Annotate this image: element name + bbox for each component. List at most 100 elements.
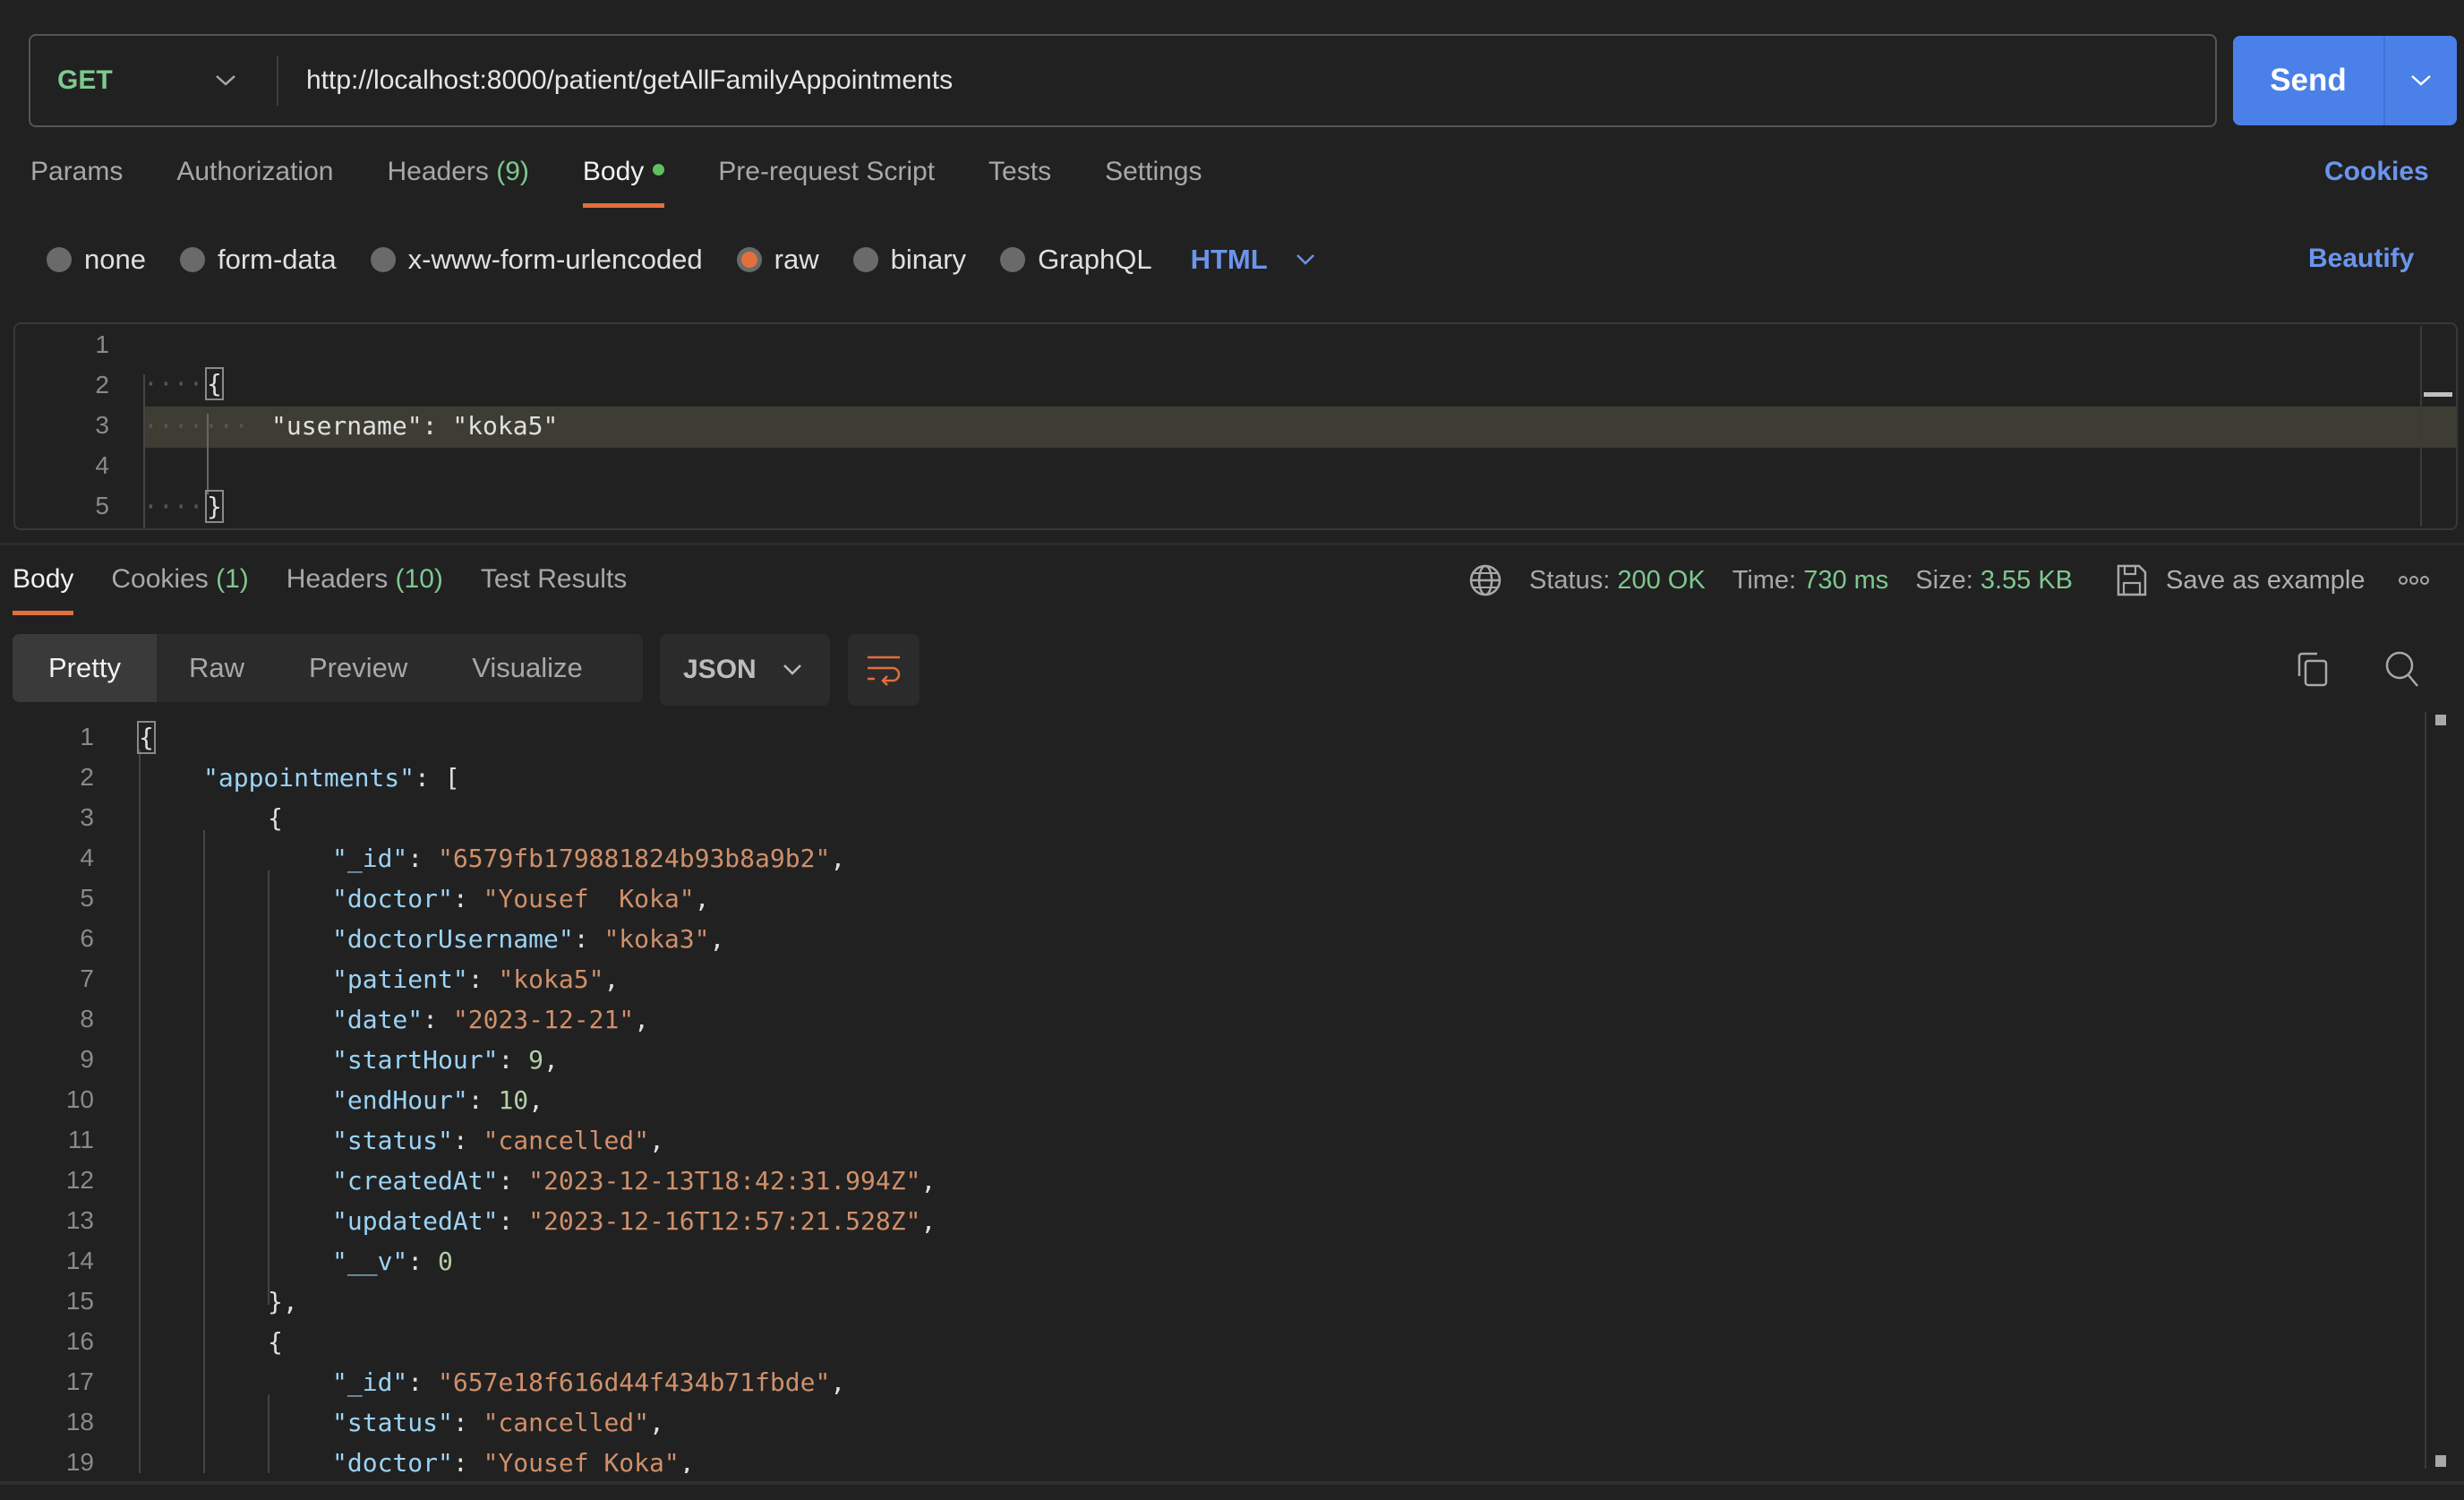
code-line: }, bbox=[268, 1287, 298, 1316]
radio-label: form-data bbox=[217, 244, 337, 275]
response-tab-cookies[interactable]: Cookies (1) bbox=[111, 564, 248, 595]
code-line: { bbox=[268, 803, 283, 833]
line-number: 7 bbox=[80, 964, 94, 992]
json-punct: { bbox=[268, 1327, 283, 1357]
tab-params[interactable]: Params bbox=[30, 157, 123, 201]
tab-label: Params bbox=[30, 157, 124, 186]
tab-pre-request-script[interactable]: Pre-request Script bbox=[718, 157, 935, 201]
tab-settings[interactable]: Settings bbox=[1105, 157, 1202, 201]
save-as-example-label: Save as example bbox=[2166, 565, 2366, 595]
json-punct: : bbox=[498, 1206, 529, 1236]
json-key: "startHour" bbox=[332, 1045, 499, 1075]
json-punct: : bbox=[498, 1045, 529, 1075]
line-number: 4 bbox=[80, 844, 94, 871]
response-tab-test-results[interactable]: Test Results bbox=[481, 564, 627, 595]
globe-icon[interactable] bbox=[1468, 563, 1502, 597]
tab-label: Tests bbox=[988, 157, 1052, 186]
radio-binary[interactable]: binary bbox=[852, 244, 967, 276]
view-mode-raw[interactable]: Raw bbox=[157, 634, 277, 702]
json-number: 0 bbox=[438, 1247, 453, 1276]
response-format-select[interactable]: JSON bbox=[660, 634, 830, 706]
json-key: "date" bbox=[332, 1005, 424, 1034]
scroll-up-arrow[interactable] bbox=[2435, 715, 2446, 725]
json-string: "cancelled" bbox=[483, 1408, 650, 1437]
radio-x-www-form-urlencoded[interactable]: x-www-form-urlencoded bbox=[370, 244, 703, 276]
json-key: "endHour" bbox=[332, 1085, 468, 1115]
json-key: "_id" bbox=[332, 844, 408, 873]
chevron-down-icon bbox=[1296, 254, 1314, 265]
response-scrollbar-track[interactable] bbox=[2425, 712, 2426, 1469]
request-editor-scrollbar[interactable] bbox=[2420, 326, 2452, 527]
pane-divider[interactable] bbox=[0, 543, 2464, 545]
view-mode-visualize[interactable]: Visualize bbox=[440, 634, 615, 702]
request-tabs: Params Authorization Headers (9) Body Pr… bbox=[30, 157, 1255, 208]
json-key: "createdAt" bbox=[332, 1166, 499, 1196]
json-key: "_id" bbox=[332, 1367, 408, 1397]
json-punct: , bbox=[603, 964, 620, 994]
active-tab-underline bbox=[13, 611, 74, 615]
status-readout[interactable]: Status: 200 OK bbox=[1529, 566, 1706, 596]
radio-raw[interactable]: raw bbox=[736, 244, 819, 276]
response-tab-headers[interactable]: Headers (10) bbox=[287, 564, 443, 595]
active-tab-underline bbox=[582, 203, 665, 208]
line-number: 12 bbox=[65, 1166, 94, 1194]
request-url-bar: GET http://localhost:8000/patient/getAll… bbox=[29, 34, 2217, 127]
search-button[interactable] bbox=[2380, 647, 2425, 691]
wrap-lines-icon bbox=[868, 656, 901, 686]
radio-label: binary bbox=[890, 244, 967, 275]
raw-language-select[interactable]: HTML bbox=[1191, 244, 1316, 276]
line-number: 8 bbox=[80, 1005, 94, 1033]
radio-circle bbox=[1000, 247, 1026, 272]
beautify-button[interactable]: Beautify bbox=[2308, 244, 2414, 274]
scrollbar-thumb[interactable] bbox=[2424, 392, 2452, 397]
line-number: 2 bbox=[95, 371, 109, 399]
save-as-example-button[interactable]: Save as example bbox=[2116, 563, 2366, 597]
chevron-down-icon[interactable] bbox=[214, 36, 237, 125]
line-number: 2 bbox=[80, 763, 94, 791]
time-readout[interactable]: Time: 730 ms bbox=[1732, 566, 1889, 596]
size-readout[interactable]: Size: 3.55 KB bbox=[1915, 566, 2073, 596]
radio-label: raw bbox=[774, 244, 819, 275]
line-number: 6 bbox=[80, 924, 94, 952]
indent-guide bbox=[268, 870, 270, 1305]
method-select[interactable]: GET bbox=[57, 36, 113, 125]
radio-circle bbox=[852, 247, 878, 272]
tab-label: Test Results bbox=[480, 564, 628, 594]
code-line: "status": "cancelled", bbox=[332, 1126, 664, 1155]
json-punct: : bbox=[498, 1166, 529, 1196]
request-body-editor[interactable]: 1 2 3 4 5 ···· { ······· "username": "ko… bbox=[13, 322, 2458, 530]
radio-graphql[interactable]: GraphQL bbox=[1000, 244, 1152, 276]
view-mode-preview[interactable]: Preview bbox=[277, 634, 440, 702]
open-brace: { bbox=[205, 367, 224, 400]
size-label: Size: bbox=[1915, 565, 1973, 595]
json-punct: , bbox=[709, 924, 725, 954]
response-tabs: Body Cookies (1) Headers (10) Test Resul… bbox=[13, 564, 664, 615]
scroll-down-arrow[interactable] bbox=[2435, 1455, 2446, 1467]
code-line: "patient": "koka5", bbox=[332, 964, 619, 994]
code-line: "doctor": "Yousef Koka", bbox=[332, 884, 709, 913]
json-punct: , bbox=[920, 1166, 937, 1196]
code-line: "endHour": 10, bbox=[332, 1085, 543, 1115]
response-tab-body[interactable]: Body bbox=[13, 564, 74, 615]
wrap-lines-button[interactable] bbox=[848, 634, 920, 706]
copy-button[interactable] bbox=[2290, 647, 2335, 691]
response-meta: Status: 200 OK Time: 730 ms Size: 3.55 K… bbox=[1468, 562, 2430, 598]
line-number: 17 bbox=[65, 1367, 94, 1395]
cookies-link[interactable]: Cookies bbox=[2324, 157, 2429, 187]
more-options-icon[interactable] bbox=[2398, 575, 2430, 586]
url-input[interactable]: http://localhost:8000/patient/getAllFami… bbox=[306, 36, 953, 125]
send-options-button[interactable] bbox=[2385, 36, 2457, 125]
line-number: 5 bbox=[95, 492, 109, 519]
send-button[interactable]: Send bbox=[2233, 36, 2385, 125]
tab-body[interactable]: Body bbox=[582, 157, 665, 208]
tab-headers[interactable]: Headers (9) bbox=[387, 157, 528, 201]
radio-circle-selected bbox=[736, 247, 762, 272]
view-mode-pretty[interactable]: Pretty bbox=[13, 634, 157, 702]
radio-form-data[interactable]: form-data bbox=[179, 244, 337, 276]
tab-authorization[interactable]: Authorization bbox=[176, 157, 333, 201]
json-punct: : [ bbox=[415, 763, 460, 793]
radio-none[interactable]: none bbox=[47, 244, 146, 276]
json-string: "koka5" bbox=[498, 964, 604, 994]
response-body-viewer[interactable]: 1 {2 "appointments": [3 {4 "_id": "6579fb179… bbox=[0, 712, 2464, 1473]
tab-tests[interactable]: Tests bbox=[988, 157, 1051, 201]
